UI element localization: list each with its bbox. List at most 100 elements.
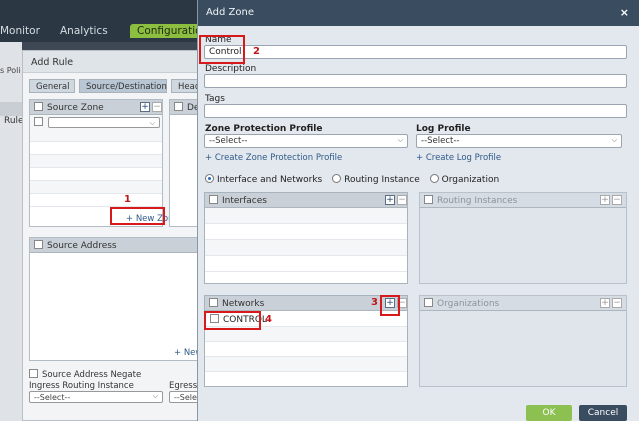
organizations-header: Organizations + − — [420, 296, 626, 311]
ingress-routing-instance-label: Ingress Routing Instance — [29, 381, 134, 391]
source-zone-remove-icon[interactable]: − — [152, 102, 162, 112]
radio-routing-instance-label: Routing Instance — [344, 175, 420, 185]
radio-unselected-icon[interactable] — [429, 174, 439, 183]
source-address-negate-checkbox[interactable] — [29, 369, 38, 378]
source-address-header-label: Source Address — [47, 241, 117, 251]
source-zone-row-checkbox[interactable] — [34, 117, 43, 126]
source-zone-header: Source Zone + − — [30, 100, 162, 115]
source-address-panel: Source Address + New — [29, 237, 202, 361]
source-zone-select[interactable]: ⌵ — [48, 117, 160, 128]
annotation-box-networks-add — [380, 295, 400, 316]
organizations-header-label: Organizations — [437, 299, 500, 309]
log-profile-value: --Select-- — [421, 136, 460, 146]
policy-fragment-text: s Poli — [0, 66, 21, 75]
source-zone-add-icon[interactable]: + — [140, 102, 150, 112]
annotation-box-new-zone — [110, 207, 165, 225]
destination-zone-select-all-checkbox[interactable] — [174, 102, 183, 111]
annotation-number-3: 3 — [371, 297, 378, 308]
networks-header-label: Networks — [222, 299, 265, 309]
interfaces-select-all-checkbox[interactable] — [209, 195, 218, 204]
add-rule-title: Add Rule — [23, 51, 197, 73]
nav-monitor[interactable]: Monitor — [0, 25, 40, 37]
destination-zone-panel: De — [169, 99, 199, 227]
source-zone-select-all-checkbox[interactable] — [34, 102, 43, 111]
list-item — [205, 240, 407, 256]
radio-unselected-icon[interactable] — [332, 174, 342, 183]
interfaces-header-label: Interfaces — [222, 196, 267, 206]
radio-selected-icon[interactable] — [205, 174, 214, 183]
zone-protection-profile-select[interactable]: --Select-- ⌵ — [204, 134, 408, 148]
annotation-number-4: 4 — [265, 314, 272, 325]
source-address-negate-label: Source Address Negate — [42, 370, 142, 380]
tags-input[interactable] — [204, 104, 627, 118]
egress-routing-instance-value: --Selec — [174, 393, 199, 402]
add-zone-title: Add Zone — [206, 7, 254, 18]
organizations-select-all-checkbox — [424, 298, 433, 307]
zone-protection-profile-label: Zone Protection Profile — [205, 124, 323, 134]
organizations-panel: Organizations + − — [419, 295, 627, 387]
interfaces-list — [205, 208, 407, 272]
close-icon[interactable]: × — [620, 6, 629, 19]
source-zone-header-label: Source Zone — [47, 103, 104, 113]
rule-fragment-text: Rule — [4, 116, 24, 126]
networks-list — [205, 327, 407, 386]
add-zone-header: Add Zone × — [198, 0, 639, 26]
destination-zone-header: De — [170, 100, 199, 115]
chevron-down-icon: ⌵ — [149, 119, 155, 127]
list-item — [205, 372, 407, 386]
annotation-box-control-network — [204, 311, 261, 330]
log-profile-label: Log Profile — [416, 124, 471, 134]
radio-organization[interactable]: Organization — [429, 174, 500, 185]
list-item — [30, 142, 162, 155]
list-item — [30, 129, 162, 142]
annotation-box-name — [199, 35, 245, 64]
source-address-select-all-checkbox[interactable] — [34, 240, 43, 249]
interfaces-remove-icon[interactable]: − — [397, 195, 407, 205]
list-item — [30, 194, 162, 207]
routing-instances-panel: Routing Instances + − — [419, 192, 627, 284]
list-item — [30, 168, 162, 181]
egress-routing-instance-select[interactable]: --Selec — [169, 391, 199, 403]
ingress-routing-instance-value: --Select-- — [34, 393, 71, 402]
chevron-down-icon: ⌵ — [611, 136, 617, 144]
ingress-routing-instance-select[interactable]: --Select-- ⌵ — [29, 391, 163, 403]
zone-protection-profile-value: --Select-- — [209, 136, 248, 146]
create-log-profile-link[interactable]: + Create Log Profile — [416, 153, 501, 163]
radio-organization-label: Organization — [441, 175, 500, 185]
routing-instances-header: Routing Instances + − — [420, 193, 626, 208]
annotation-number-2: 2 — [253, 46, 260, 57]
dialog-footer: OK Cancel — [198, 399, 639, 421]
annotation-number-1: 1 — [124, 194, 131, 205]
chevron-down-icon: ⌵ — [152, 392, 158, 400]
list-item — [30, 155, 162, 168]
zone-scope-radio-group: Interface and Networks Routing Instance … — [205, 174, 506, 186]
routing-instances-header-label: Routing Instances — [437, 196, 518, 206]
nav-analytics[interactable]: Analytics — [60, 25, 108, 37]
background-policy-list: s Poli Rule — [0, 42, 24, 421]
cancel-button[interactable]: Cancel — [579, 405, 627, 421]
chevron-down-icon: ⌵ — [397, 136, 403, 144]
routing-instances-remove-icon: − — [612, 195, 622, 205]
interfaces-add-icon[interactable]: + — [385, 195, 395, 205]
radio-routing-instance[interactable]: Routing Instance — [332, 174, 420, 185]
tab-source-destination[interactable]: Source/Destination — [79, 79, 167, 93]
networks-panel: Networks + − CONTROL — [204, 295, 408, 387]
log-profile-select[interactable]: --Select-- ⌵ — [416, 134, 622, 148]
list-item — [205, 256, 407, 272]
source-address-header: Source Address — [30, 238, 199, 253]
egress-routing-instance-label: Egress I — [169, 381, 199, 391]
networks-select-all-checkbox[interactable] — [209, 298, 218, 307]
name-input[interactable] — [204, 45, 627, 59]
tab-general[interactable]: General — [29, 79, 75, 93]
list-item — [205, 342, 407, 357]
add-rule-dialog: Add Rule General Source/Destination Head… — [22, 50, 202, 421]
source-address-negate[interactable]: Source Address Negate — [29, 369, 141, 380]
description-label: Description — [205, 64, 257, 74]
create-zone-protection-profile-link[interactable]: + Create Zone Protection Profile — [205, 153, 342, 163]
description-input[interactable] — [204, 74, 627, 88]
ok-button[interactable]: OK — [526, 405, 572, 421]
add-zone-dialog: Add Zone × Name Description Tags Zone Pr… — [197, 0, 639, 421]
routing-instances-add-icon: + — [600, 195, 610, 205]
radio-interface-and-networks-label: Interface and Networks — [217, 175, 323, 185]
radio-interface-and-networks[interactable]: Interface and Networks — [205, 174, 323, 185]
